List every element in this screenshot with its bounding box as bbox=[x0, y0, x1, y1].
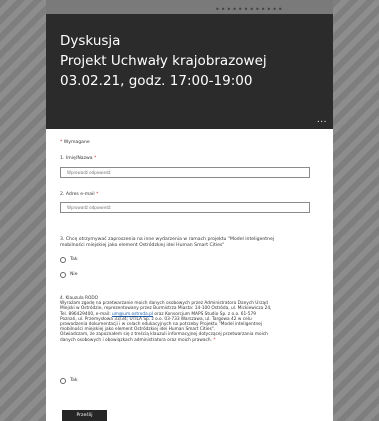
required-note: * Wymagane bbox=[60, 140, 90, 145]
q3-radio-yes[interactable] bbox=[60, 257, 66, 263]
background-top-strip bbox=[46, 0, 333, 14]
required-star: * bbox=[96, 192, 99, 197]
email-field[interactable] bbox=[60, 202, 310, 213]
background-pattern-left bbox=[0, 0, 46, 421]
header-title-line3: 03.02.21, godz. 17:00-19:00 bbox=[60, 73, 253, 89]
submit-button[interactable]: Prześlij bbox=[62, 410, 107, 421]
required-star: * bbox=[60, 140, 63, 145]
header-title-line2: Projekt Uchwały krajobrazowej bbox=[60, 53, 267, 69]
name-field[interactable] bbox=[60, 167, 310, 178]
more-options-icon[interactable]: ... bbox=[317, 116, 327, 125]
required-star: * bbox=[213, 337, 216, 343]
q2-label: 2. Adres e-mail * bbox=[60, 192, 99, 197]
form-header: Dyskusja Projekt Uchwały krajobrazowej 0… bbox=[46, 14, 333, 129]
q3-option-no-label: Nie bbox=[70, 272, 78, 277]
required-star: * bbox=[94, 156, 97, 161]
background-pattern-right bbox=[333, 0, 379, 421]
email-link[interactable]: um@um.ostroda.pl bbox=[112, 312, 153, 317]
q1-label: 1. Imię/Nazwa * bbox=[60, 156, 97, 161]
q3-radio-no[interactable] bbox=[60, 272, 66, 278]
q3-option-yes-label: Tak bbox=[70, 257, 78, 262]
form-body: * Wymagane 1. Imię/Nazwa * 2. Adres e-ma… bbox=[46, 129, 333, 421]
q3-label: 3. Chcę otrzymywać zaproszenia na inne w… bbox=[60, 237, 275, 248]
header-title-line1: Dyskusja bbox=[60, 33, 121, 49]
q4-radio-yes[interactable] bbox=[60, 378, 66, 384]
q4-option-yes-label: Tak bbox=[70, 378, 78, 383]
q4-rodo-clause: 4. Klauzula RODO Wyrażam zgodę na przetw… bbox=[60, 296, 272, 343]
top-dots: •••••••••••• bbox=[215, 5, 284, 14]
